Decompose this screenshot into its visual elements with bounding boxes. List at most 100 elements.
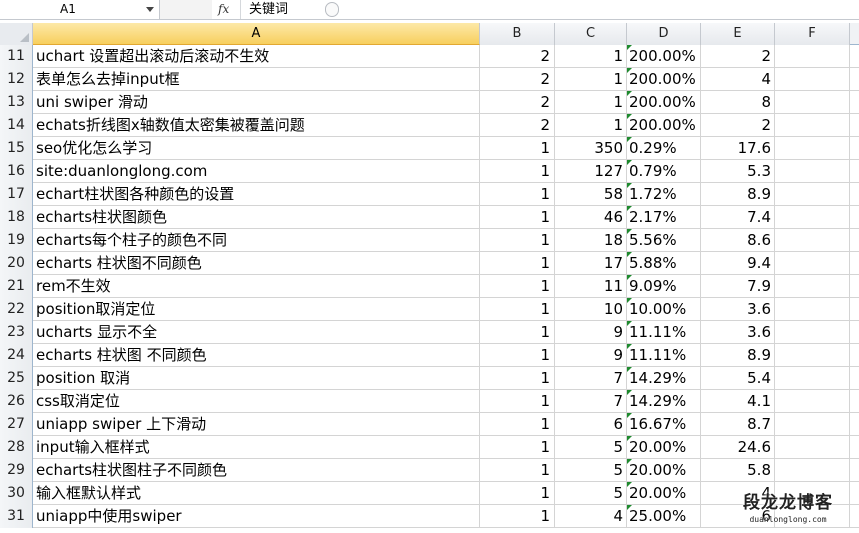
cell-f[interactable]	[775, 344, 850, 367]
cell-e[interactable]: 4.1	[701, 390, 775, 413]
row-header[interactable]: 28	[0, 436, 33, 459]
cell-g[interactable]	[850, 344, 859, 367]
row-header[interactable]: 18	[0, 206, 33, 229]
row-header[interactable]: 25	[0, 367, 33, 390]
row-header[interactable]: 11	[0, 45, 33, 68]
row-header[interactable]: 23	[0, 321, 33, 344]
cell-keyword[interactable]: site:duanlonglong.com	[33, 160, 480, 183]
cell-f[interactable]	[775, 160, 850, 183]
cell-g[interactable]	[850, 160, 859, 183]
row-header[interactable]: 16	[0, 160, 33, 183]
cell-b[interactable]: 1	[480, 298, 555, 321]
cell-e[interactable]: 3.6	[701, 321, 775, 344]
cell-c[interactable]: 127	[555, 160, 627, 183]
cell-b[interactable]: 1	[480, 160, 555, 183]
cell-e[interactable]: 5.8	[701, 459, 775, 482]
cell-e[interactable]: 9.4	[701, 252, 775, 275]
cell-b[interactable]: 1	[480, 459, 555, 482]
cell-g[interactable]	[850, 367, 859, 390]
cell-c[interactable]: 10	[555, 298, 627, 321]
row-header[interactable]: 30	[0, 482, 33, 505]
cell-d[interactable]: 14.29%	[627, 390, 701, 413]
insert-function-icon[interactable]: fx	[218, 0, 229, 19]
row-header[interactable]: 26	[0, 390, 33, 413]
cell-b[interactable]: 1	[480, 505, 555, 528]
cell-f[interactable]	[775, 459, 850, 482]
cell-d[interactable]: 11.11%	[627, 344, 701, 367]
cell-d[interactable]: 14.29%	[627, 367, 701, 390]
cell-e[interactable]: 17.6	[701, 137, 775, 160]
cell-g[interactable]	[850, 183, 859, 206]
cell-e[interactable]: 4	[701, 68, 775, 91]
cell-c[interactable]: 9	[555, 321, 627, 344]
cell-d[interactable]: 5.88%	[627, 252, 701, 275]
row-header[interactable]: 31	[0, 505, 33, 528]
cell-c[interactable]: 1	[555, 68, 627, 91]
cell-f[interactable]	[775, 45, 850, 68]
cell-g[interactable]	[850, 252, 859, 275]
cell-keyword[interactable]: uchart 设置超出滚动后滚动不生效	[33, 45, 480, 68]
cell-c[interactable]: 46	[555, 206, 627, 229]
select-all-button[interactable]	[0, 23, 33, 45]
row-header[interactable]: 20	[0, 252, 33, 275]
cell-b[interactable]: 1	[480, 344, 555, 367]
cell-keyword[interactable]: position 取消	[33, 367, 480, 390]
cell-d[interactable]: 200.00%	[627, 68, 701, 91]
cell-f[interactable]	[775, 298, 850, 321]
cell-g[interactable]	[850, 321, 859, 344]
cell-b[interactable]: 1	[480, 275, 555, 298]
row-header[interactable]: 13	[0, 91, 33, 114]
cell-c[interactable]: 350	[555, 137, 627, 160]
cell-d[interactable]: 16.67%	[627, 413, 701, 436]
cell-d[interactable]: 20.00%	[627, 459, 701, 482]
cell-f[interactable]	[775, 275, 850, 298]
cell-b[interactable]: 1	[480, 413, 555, 436]
cell-f[interactable]	[775, 183, 850, 206]
cell-f[interactable]	[775, 390, 850, 413]
cell-c[interactable]: 6	[555, 413, 627, 436]
cell-b[interactable]: 2	[480, 114, 555, 137]
cell-b[interactable]: 1	[480, 436, 555, 459]
cell-keyword[interactable]: 输入框默认样式	[33, 482, 480, 505]
cell-d[interactable]: 1.72%	[627, 183, 701, 206]
row-header[interactable]: 19	[0, 229, 33, 252]
cell-d[interactable]: 5.56%	[627, 229, 701, 252]
cell-c[interactable]: 58	[555, 183, 627, 206]
cell-g[interactable]	[850, 137, 859, 160]
cell-d[interactable]: 0.79%	[627, 160, 701, 183]
cell-e[interactable]: 2	[701, 45, 775, 68]
cell-d[interactable]: 20.00%	[627, 482, 701, 505]
cell-f[interactable]	[775, 68, 850, 91]
cell-f[interactable]	[775, 321, 850, 344]
cell-e[interactable]: 2	[701, 114, 775, 137]
cell-c[interactable]: 5	[555, 482, 627, 505]
cell-keyword[interactable]: echarts 柱状图不同颜色	[33, 252, 480, 275]
column-header-c[interactable]: C	[555, 23, 627, 45]
cell-e[interactable]: 7.4	[701, 206, 775, 229]
cell-d[interactable]: 20.00%	[627, 436, 701, 459]
cell-b[interactable]: 1	[480, 183, 555, 206]
cell-g[interactable]	[850, 436, 859, 459]
row-header[interactable]: 12	[0, 68, 33, 91]
cell-f[interactable]	[775, 413, 850, 436]
cell-b[interactable]: 1	[480, 229, 555, 252]
cell-keyword[interactable]: echarts柱状图颜色	[33, 206, 480, 229]
cell-e[interactable]: 7.9	[701, 275, 775, 298]
cell-f[interactable]	[775, 114, 850, 137]
cell-keyword[interactable]: echart柱状图各种颜色的设置	[33, 183, 480, 206]
cell-d[interactable]: 200.00%	[627, 114, 701, 137]
column-header-a[interactable]: A	[33, 23, 480, 45]
cell-keyword[interactable]: echarts柱状图柱子不同颜色	[33, 459, 480, 482]
column-header-d[interactable]: D	[627, 23, 701, 45]
cell-keyword[interactable]: rem不生效	[33, 275, 480, 298]
cell-keyword[interactable]: 表单怎么去掉input框	[33, 68, 480, 91]
cell-keyword[interactable]: input输入框样式	[33, 436, 480, 459]
cell-g[interactable]	[850, 68, 859, 91]
column-header-f[interactable]: F	[775, 23, 850, 45]
chevron-down-icon[interactable]	[146, 7, 154, 12]
row-header[interactable]: 24	[0, 344, 33, 367]
cell-g[interactable]	[850, 114, 859, 137]
cell-d[interactable]: 9.09%	[627, 275, 701, 298]
cell-d[interactable]: 200.00%	[627, 45, 701, 68]
cell-g[interactable]	[850, 298, 859, 321]
